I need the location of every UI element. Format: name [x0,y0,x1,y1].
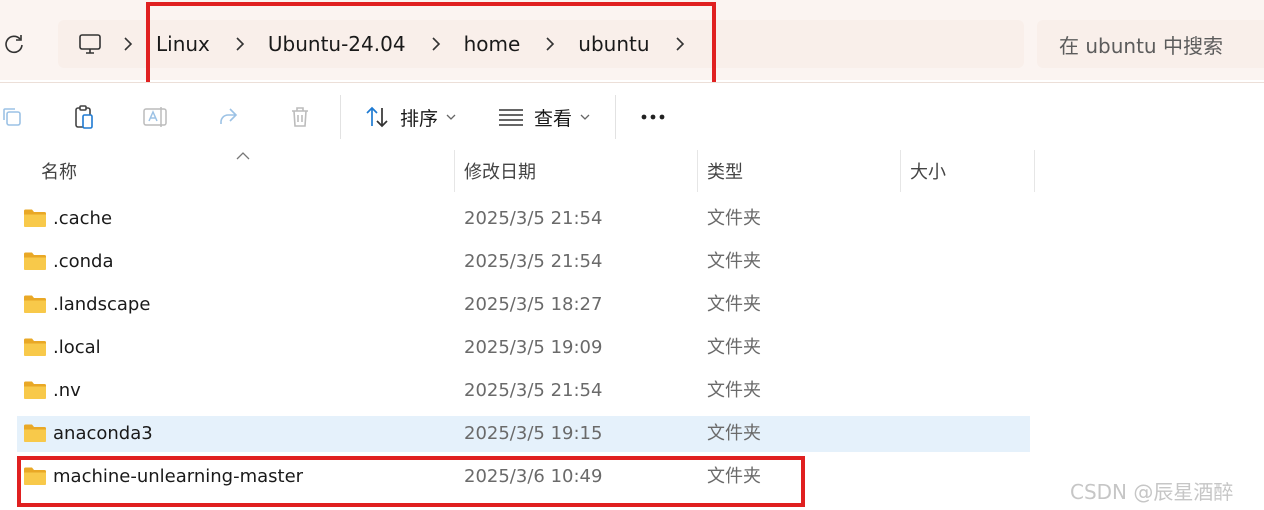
file-row[interactable]: .local 2025/3/5 19:09 文件夹 [17,330,1030,366]
breadcrumb-chevron-icon[interactable] [536,30,564,58]
file-row[interactable]: anaconda3 2025/3/5 19:15 文件夹 [17,416,1030,452]
file-name: .landscape [53,294,151,315]
file-type: 文件夹 [707,251,761,272]
breadcrumb-linux[interactable]: Linux [150,32,216,56]
column-divider[interactable] [454,150,455,192]
folder-icon [24,295,46,313]
column-divider[interactable] [1034,150,1035,192]
column-type-label: 类型 [707,162,743,183]
toolbar-divider [615,95,616,139]
file-name: .cache [53,208,113,229]
folder-icon [24,381,46,399]
more-icon [641,114,665,120]
more-options-button[interactable] [640,99,668,135]
file-name: .local [53,337,101,358]
file-row[interactable]: .landscape 2025/3/5 18:27 文件夹 [17,287,1030,323]
file-type: 文件夹 [707,337,761,358]
file-name: machine-unlearning-master [53,466,304,487]
delete-button[interactable] [282,99,318,135]
view-list-icon [499,109,523,126]
column-type[interactable]: 类型 [707,150,899,192]
column-size-label: 大小 [910,162,946,183]
file-modified: 2025/3/5 19:15 [464,423,603,444]
file-name: .nv [53,380,81,401]
column-size[interactable]: 大小 [910,150,1034,192]
file-type: 文件夹 [707,466,761,487]
address-bar-row: Linux Ubuntu-24.04 home ubuntu 在 ubuntu … [0,0,1264,80]
delete-icon [292,107,308,127]
folder-icon [24,252,46,270]
watermark: CSDN @辰星酒醉 [1070,480,1234,504]
sort-button[interactable]: 排序 [364,99,456,135]
column-modified-label: 修改日期 [464,162,536,183]
breadcrumb-home[interactable]: home [458,32,527,56]
folder-icon [24,424,46,442]
share-button[interactable] [210,99,246,135]
chevron-down-icon [446,114,456,120]
breadcrumb-chevron-icon[interactable] [114,30,142,58]
breadcrumb-chevron-icon[interactable] [666,30,694,58]
this-pc-crumb[interactable] [76,30,104,58]
file-row[interactable]: .conda 2025/3/5 21:54 文件夹 [17,244,1030,280]
column-name-label: 名称 [41,162,77,183]
folder-icon [24,338,46,356]
sort-label: 排序 [400,107,439,130]
breadcrumb-ubuntu[interactable]: ubuntu [572,32,655,56]
breadcrumb: Linux Ubuntu-24.04 home ubuntu [58,20,1024,68]
column-divider[interactable] [900,150,901,192]
column-header-row: 名称 修改日期 类型 大小 [0,150,1264,192]
command-toolbar: 排序 查看 [0,82,1264,150]
column-name[interactable]: 名称 [41,150,453,192]
search-placeholder: 在 ubuntu 中搜索 [1059,33,1223,58]
file-modified: 2025/3/5 21:54 [464,251,603,272]
share-icon [220,108,238,124]
folder-icon [24,209,46,227]
refresh-button[interactable] [0,30,28,58]
view-label: 查看 [534,107,573,130]
file-row[interactable]: .cache 2025/3/5 21:54 文件夹 [17,201,1030,237]
breadcrumb-ubuntu-24-04[interactable]: Ubuntu-24.04 [262,32,412,56]
copy-icon [3,108,21,126]
column-divider[interactable] [697,150,698,192]
folder-icon [24,467,46,485]
computer-icon [79,34,101,54]
file-modified: 2025/3/5 18:27 [464,294,603,315]
sort-icon [366,106,388,128]
view-button[interactable]: 查看 [498,99,590,135]
file-modified: 2025/3/5 19:09 [464,337,603,358]
paste-button[interactable] [66,99,102,135]
paste-icon [75,105,93,129]
file-name: .conda [53,251,114,272]
copy-button[interactable] [0,99,30,135]
search-input[interactable]: 在 ubuntu 中搜索 [1037,20,1264,68]
file-modified: 2025/3/5 21:54 [464,380,603,401]
chevron-down-icon [580,114,590,120]
rename-button[interactable] [137,99,173,135]
file-name: anaconda3 [53,423,153,444]
file-type: 文件夹 [707,380,761,401]
file-type: 文件夹 [707,423,761,444]
breadcrumb-chevron-icon[interactable] [226,30,254,58]
refresh-icon [5,35,23,54]
file-type: 文件夹 [707,294,761,315]
breadcrumb-chevron-icon[interactable] [422,30,450,58]
toolbar-divider [340,95,341,139]
file-modified: 2025/3/6 10:49 [464,466,603,487]
file-row[interactable]: .nv 2025/3/5 21:54 文件夹 [17,373,1030,409]
file-modified: 2025/3/5 21:54 [464,208,603,229]
file-type: 文件夹 [707,208,761,229]
column-modified[interactable]: 修改日期 [464,150,696,192]
file-row[interactable]: machine-unlearning-master 2025/3/6 10:49… [17,459,1030,495]
rename-icon [143,107,167,127]
